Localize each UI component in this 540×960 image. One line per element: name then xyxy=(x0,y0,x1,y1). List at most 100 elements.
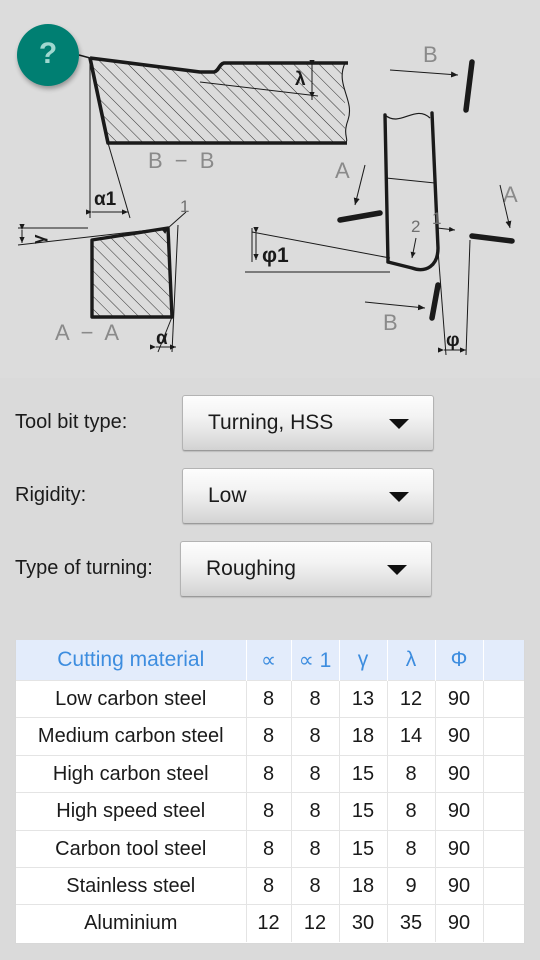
label-arrow-b-top: B xyxy=(423,42,438,67)
col-header-alpha[interactable]: ∝ xyxy=(246,640,292,681)
cell-gamma: 18 xyxy=(339,717,388,756)
label-alpha: α xyxy=(156,328,168,349)
table-row[interactable]: Medium carbon steel 8 8 18 14 90 xyxy=(16,717,524,756)
cell-pad xyxy=(483,904,524,942)
cell-alpha: 8 xyxy=(246,754,292,793)
cell-phi: 90 xyxy=(435,792,484,831)
col-header-lambda[interactable]: λ xyxy=(387,640,436,681)
label-callout-2: 2 xyxy=(411,217,420,236)
table-row[interactable]: High speed steel 8 8 15 8 90 xyxy=(16,792,524,831)
cell-pad xyxy=(483,866,524,905)
table-header-row: Cutting material ∝ ∝ 1 γ λ Φ xyxy=(16,640,524,681)
table-row[interactable]: High carbon steel 8 8 15 8 90 xyxy=(16,754,524,793)
cell-pad xyxy=(483,717,524,756)
label-phi1: φ1 xyxy=(262,244,289,267)
col-header-gamma[interactable]: γ xyxy=(339,640,388,681)
spinner-value-type-of-turning: Roughing xyxy=(206,556,296,580)
label-tool-bit-type: Tool bit type: xyxy=(15,411,128,433)
label-section-aa: A − A xyxy=(55,320,122,345)
table-body: Low carbon steel 8 8 13 12 90 Medium carbon st… xyxy=(16,679,524,942)
chevron-down-icon xyxy=(389,491,409,502)
label-callout-1-right: 1 xyxy=(432,209,441,228)
col-header-phi[interactable]: Φ xyxy=(435,640,484,681)
label-arrow-a-left: A xyxy=(335,158,350,183)
cell-material: Medium carbon steel xyxy=(16,717,247,756)
cell-phi: 90 xyxy=(435,904,484,942)
cell-material: Low carbon steel xyxy=(16,679,247,718)
cell-gamma: 18 xyxy=(339,866,388,905)
cell-pad xyxy=(483,679,524,718)
cell-gamma: 15 xyxy=(339,754,388,793)
cell-material: Carbon tool steel xyxy=(16,829,247,868)
form-row-type-of-turning: Type of turning: Roughing xyxy=(0,532,540,605)
cell-alpha1: 8 xyxy=(291,754,340,793)
cell-phi: 90 xyxy=(435,866,484,905)
diagram-area: λ B − B α1 γ 1 α A − A B A A B 1 2 φ1 φ … xyxy=(0,0,540,378)
cell-alpha1: 8 xyxy=(291,829,340,868)
cell-alpha1: 8 xyxy=(291,866,340,905)
cell-alpha: 8 xyxy=(246,717,292,756)
table-row[interactable]: Stainless steel 8 8 18 9 90 xyxy=(16,866,524,905)
cell-alpha1: 8 xyxy=(291,717,340,756)
cell-pad xyxy=(483,829,524,868)
cell-lambda: 8 xyxy=(387,792,436,831)
cell-lambda: 14 xyxy=(387,717,436,756)
cutting-material-table-container[interactable]: Cutting material ∝ ∝ 1 γ λ Φ Low carbon … xyxy=(15,640,525,944)
tool-bit-angles-technical-drawing: λ B − B α1 γ 1 α A − A B A A B 1 2 φ1 φ xyxy=(17,42,518,356)
question-mark-icon: ? xyxy=(38,37,58,70)
cell-material: High speed steel xyxy=(16,792,247,831)
col-header-pad xyxy=(483,640,524,681)
cell-alpha: 8 xyxy=(246,829,292,868)
cell-material: Aluminium xyxy=(16,904,247,942)
cell-gamma: 13 xyxy=(339,679,388,718)
cell-alpha: 12 xyxy=(246,904,292,942)
cell-alpha: 8 xyxy=(246,866,292,905)
label-section-bb: B − B xyxy=(148,148,217,173)
cell-phi: 90 xyxy=(435,754,484,793)
cell-pad xyxy=(483,754,524,793)
label-arrow-a-right: A xyxy=(503,182,518,207)
cell-phi: 90 xyxy=(435,679,484,718)
cell-lambda: 35 xyxy=(387,904,436,942)
cell-alpha: 8 xyxy=(246,792,292,831)
cell-lambda: 8 xyxy=(387,754,436,793)
cell-gamma: 15 xyxy=(339,792,388,831)
label-lambda: λ xyxy=(295,69,306,90)
cell-pad xyxy=(483,792,524,831)
cell-lambda: 12 xyxy=(387,679,436,718)
cell-alpha1: 12 xyxy=(291,904,340,942)
spinner-rigidity[interactable]: Low xyxy=(182,467,434,524)
label-arrow-b-bottom: B xyxy=(383,310,398,335)
col-header-alpha1[interactable]: ∝ 1 xyxy=(291,640,340,681)
cell-material: High carbon steel xyxy=(16,754,247,793)
spinner-tool-bit-type[interactable]: Turning, HSS xyxy=(182,394,434,451)
form-row-rigidity: Rigidity: Low xyxy=(0,459,540,532)
form-area: Tool bit type: Turning, HSS Rigidity: Lo… xyxy=(0,378,540,605)
cell-phi: 90 xyxy=(435,717,484,756)
col-header-material[interactable]: Cutting material xyxy=(16,640,247,681)
cell-alpha: 8 xyxy=(246,679,292,718)
cutting-material-table: Cutting material ∝ ∝ 1 γ λ Φ Low carbon … xyxy=(16,640,524,942)
label-type-of-turning: Type of turning: xyxy=(15,557,153,579)
label-rigidity: Rigidity: xyxy=(15,484,87,506)
chevron-down-icon xyxy=(389,418,409,429)
cell-lambda: 8 xyxy=(387,829,436,868)
table-row[interactable]: Carbon tool steel 8 8 15 8 90 xyxy=(16,829,524,868)
label-gamma: γ xyxy=(29,234,48,244)
label-callout-1-left: 1 xyxy=(180,197,189,216)
spinner-value-rigidity: Low xyxy=(208,483,247,507)
spinner-type-of-turning[interactable]: Roughing xyxy=(180,540,432,597)
cell-alpha1: 8 xyxy=(291,679,340,718)
help-button[interactable]: ? xyxy=(17,24,79,86)
cell-phi: 90 xyxy=(435,829,484,868)
cell-lambda: 9 xyxy=(387,866,436,905)
form-row-tool-bit-type: Tool bit type: Turning, HSS xyxy=(0,386,540,459)
cell-material: Stainless steel xyxy=(16,866,247,905)
table-row[interactable]: Aluminium 12 12 30 35 90 xyxy=(16,904,524,942)
cell-gamma: 15 xyxy=(339,829,388,868)
table-row[interactable]: Low carbon steel 8 8 13 12 90 xyxy=(16,679,524,718)
spinner-value-tool-bit-type: Turning, HSS xyxy=(208,410,334,434)
chevron-down-icon xyxy=(387,564,407,575)
label-alpha1: α1 xyxy=(94,189,117,210)
cell-gamma: 30 xyxy=(339,904,388,942)
